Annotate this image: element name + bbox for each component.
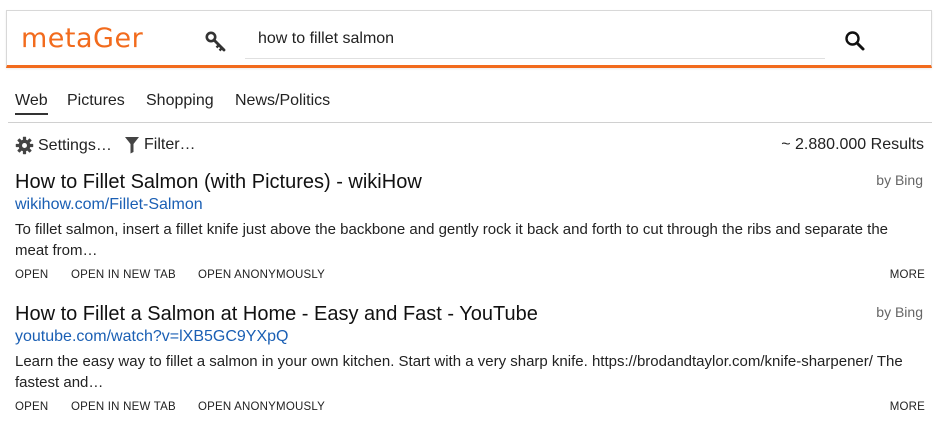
result-description: Learn the easy way to fillet a salmon in…	[15, 353, 903, 391]
metager-logo[interactable]: metaGer	[21, 23, 143, 54]
gear-icon	[15, 136, 34, 155]
result-title-link[interactable]: How to Fillet a Salmon at Home - Easy an…	[15, 302, 925, 326]
results-count: ~ 2.880.000 Results	[781, 136, 924, 153]
key-icon[interactable]	[205, 31, 227, 53]
search-button[interactable]	[841, 27, 869, 55]
result-source: by Bing	[876, 304, 923, 320]
tabs-divider	[8, 122, 932, 123]
open-anonymously-link[interactable]: OPEN ANONYMOUSLY	[198, 269, 325, 281]
more-link[interactable]: MORE	[890, 269, 925, 281]
result-url-link[interactable]: youtube.com/watch?v=lXB5GC9YXpQ	[15, 327, 925, 347]
open-new-tab-link[interactable]: OPEN IN NEW TAB	[71, 269, 176, 281]
result-url-link[interactable]: wikihow.com/Fillet-Salmon	[15, 195, 925, 215]
result-title-link[interactable]: How to Fillet Salmon (with Pictures) - w…	[15, 170, 925, 194]
open-anonymously-link[interactable]: OPEN ANONYMOUSLY	[198, 401, 325, 413]
open-link[interactable]: OPEN	[15, 269, 48, 281]
search-header: metaGer	[6, 10, 932, 68]
search-icon	[841, 31, 869, 58]
search-result: How to Fillet a Salmon at Home - Easy an…	[15, 302, 925, 417]
result-source: by Bing	[876, 172, 923, 188]
settings-label: Settings…	[38, 136, 112, 154]
search-result: How to Fillet Salmon (with Pictures) - w…	[15, 170, 925, 285]
tab-news-politics[interactable]: News/Politics	[235, 92, 330, 113]
filter-icon	[124, 136, 140, 154]
filter-label: Filter…	[144, 136, 196, 153]
open-link[interactable]: OPEN	[15, 401, 48, 413]
settings-button[interactable]: Settings…	[15, 136, 112, 155]
result-description: To fillet salmon, insert a fillet knife …	[15, 221, 889, 259]
tab-web[interactable]: Web	[15, 92, 48, 115]
search-input[interactable]	[245, 19, 825, 59]
tab-shopping[interactable]: Shopping	[146, 92, 214, 113]
result-actions: OPEN OPEN IN NEW TAB OPEN ANONYMOUSLY MO…	[15, 269, 925, 285]
more-link[interactable]: MORE	[890, 401, 925, 413]
tab-pictures[interactable]: Pictures	[67, 92, 125, 113]
open-new-tab-link[interactable]: OPEN IN NEW TAB	[71, 401, 176, 413]
result-actions: OPEN OPEN IN NEW TAB OPEN ANONYMOUSLY MO…	[15, 401, 925, 417]
filter-button[interactable]: Filter…	[124, 136, 196, 154]
